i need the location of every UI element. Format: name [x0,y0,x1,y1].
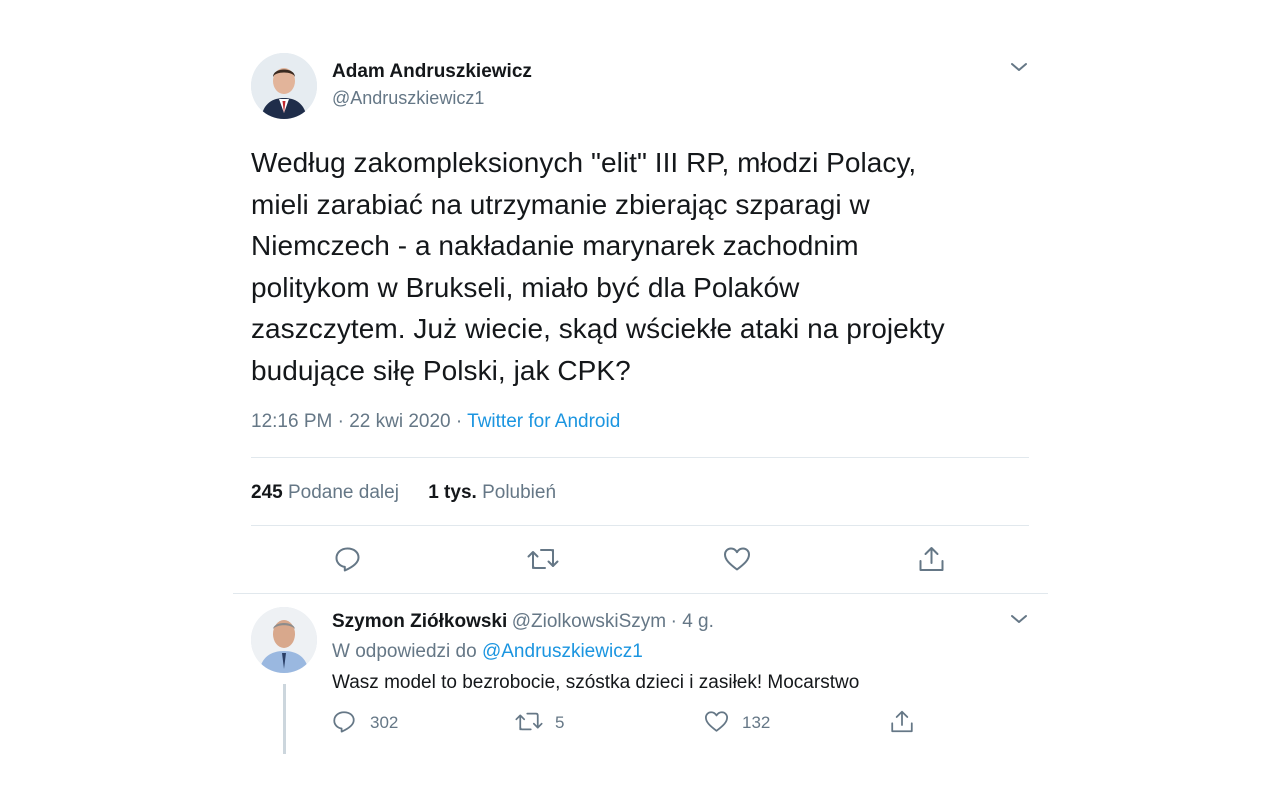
heart-icon[interactable] [704,710,729,733]
tweet-meta: 12:16 PM · 22 kwi 2020 · Twitter for And… [251,411,620,433]
reply-author-name[interactable]: Szymon Ziółkowski [332,611,507,632]
heart-icon[interactable] [723,546,751,572]
tweet-text-line: zaszczytem. Już wiecie, skąd wściekłe at… [251,313,945,344]
tweet-text-line: mieli zarabiać na utrzymanie zbierając s… [251,188,870,220]
reply-time[interactable]: · 4 g. [671,611,714,632]
tweet-text-line: Według zakompleksionych "elit" III RP, m… [251,147,917,178]
author-name[interactable]: Adam Andruszkiewicz [332,61,532,83]
tweet-text-line: budujące siłę Polski, jak CPK? [251,354,631,386]
divider [233,593,1048,594]
tweet-timestamp[interactable]: 12:16 PM · 22 kwi 2020 · [251,411,467,432]
tweet-text: Według zakompleksionych "elit" III RP, m… [251,142,1031,391]
retweets-label: Podane dalej [287,482,399,503]
reply-count: 302 [370,713,399,732]
thread-connector-line [283,684,286,754]
retweets-stat[interactable]: 245 Podane dalej [251,482,399,503]
divider [251,457,1029,458]
likes-count: 1 tys. [428,482,477,503]
likes-label: Polubień [482,482,557,503]
reply-text: Wasz model to bezrobocie, szóstka dzieci… [332,672,860,693]
share-icon[interactable] [890,709,914,734]
reply-icon[interactable] [332,710,356,733]
reply-to-line: W odpowiedzi do @Andruszkiewicz1 [332,641,643,663]
share-icon[interactable] [918,545,945,573]
retweets-count: 245 [251,482,283,503]
reply-to-prefix: W odpowiedzi do [332,641,482,662]
author-handle[interactable]: @Andruszkiewicz1 [332,88,484,109]
chevron-down-icon[interactable] [1010,60,1028,74]
reply-author-handle[interactable]: @ZiolkowskiSzym [512,611,666,632]
like-count: 132 [742,713,771,732]
reply-header: Szymon Ziółkowski @ZiolkowskiSzym · 4 g. [332,611,714,633]
avatar-photo [251,607,317,673]
retweet-count: 5 [555,713,565,732]
tweet-text-line: politykom w Brukseli, miało być dla Pola… [251,271,800,303]
divider [251,525,1029,526]
author-avatar[interactable] [251,53,317,119]
tweet-source-link[interactable]: Twitter for Android [467,411,620,432]
likes-stat[interactable]: 1 tys. Polubień [428,482,556,503]
reply-icon[interactable] [334,546,361,572]
avatar-photo [251,53,317,119]
tweet-text-line: Niemczech - a nakładanie marynarek zacho… [251,230,859,261]
retweet-icon[interactable] [515,710,543,733]
tweet-stats: 245 Podane dalej 1 tys. Polubień [251,482,556,504]
reply-to-mention[interactable]: @Andruszkiewicz1 [482,641,643,662]
reply-author-avatar[interactable] [251,607,317,673]
retweet-icon[interactable] [527,546,559,572]
chevron-down-icon[interactable] [1010,612,1028,626]
